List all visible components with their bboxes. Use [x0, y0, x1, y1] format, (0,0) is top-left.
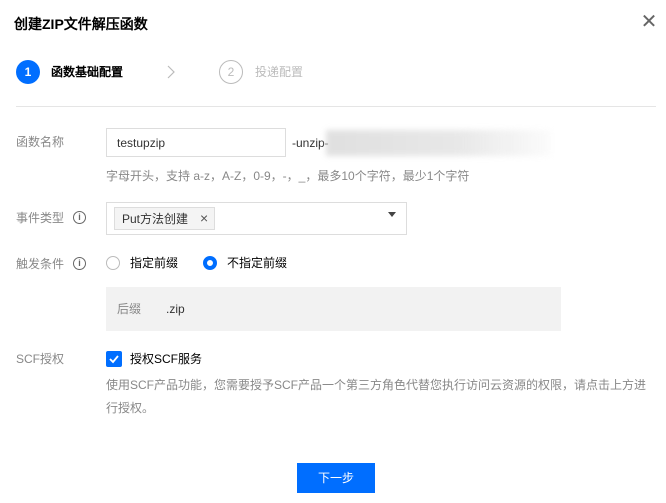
divider: [16, 106, 656, 107]
step-1-label: 函数基础配置: [51, 65, 124, 79]
suffix-value: .zip: [166, 302, 185, 316]
step-1-number: 1: [16, 60, 40, 84]
function-name-suffix: -unzip-: [292, 136, 329, 150]
radio-with-prefix-label[interactable]: 指定前缀: [130, 254, 178, 272]
radio-without-prefix[interactable]: [203, 256, 217, 270]
chevron-right-icon: [167, 65, 175, 79]
event-type-label: 事件类型: [16, 211, 65, 225]
function-name-input[interactable]: [106, 128, 286, 157]
trigger-label: 触发条件: [16, 257, 65, 271]
info-icon[interactable]: i: [73, 257, 86, 270]
scf-authorize-checkbox[interactable]: [106, 351, 122, 367]
checkmark-icon: [109, 355, 119, 364]
redacted-region: [326, 130, 551, 156]
event-type-tag-label: Put方法创建: [122, 212, 189, 226]
radio-with-prefix[interactable]: [106, 256, 120, 270]
scf-label: SCF授权: [16, 352, 65, 366]
function-name-label: 函数名称: [16, 135, 65, 149]
caret-down-icon[interactable]: [388, 212, 396, 217]
scf-description: 使用SCF产品功能，您需要授予SCF产品一个第三方角色代替您执行访问云资源的权限…: [106, 378, 647, 415]
event-type-tag: Put方法创建 ×: [114, 207, 216, 230]
dialog-title: 创建ZIP文件解压函数: [14, 16, 148, 32]
remove-tag-icon[interactable]: ×: [200, 208, 208, 229]
close-icon[interactable]: ✕: [639, 12, 659, 32]
next-button[interactable]: 下一步: [297, 463, 375, 493]
info-icon[interactable]: i: [73, 211, 86, 224]
suffix-label: 后缀: [117, 302, 142, 316]
step-2-label: 投递配置: [255, 65, 304, 79]
step-2-number: 2: [219, 60, 243, 84]
scf-authorize-label[interactable]: 授权SCF服务: [130, 350, 202, 368]
function-name-hint: 字母开头，支持 a-z，A-Z，0-9，-，_，最多10个字符，最少1个字符: [106, 169, 470, 183]
radio-without-prefix-label[interactable]: 不指定前缀: [227, 254, 287, 272]
